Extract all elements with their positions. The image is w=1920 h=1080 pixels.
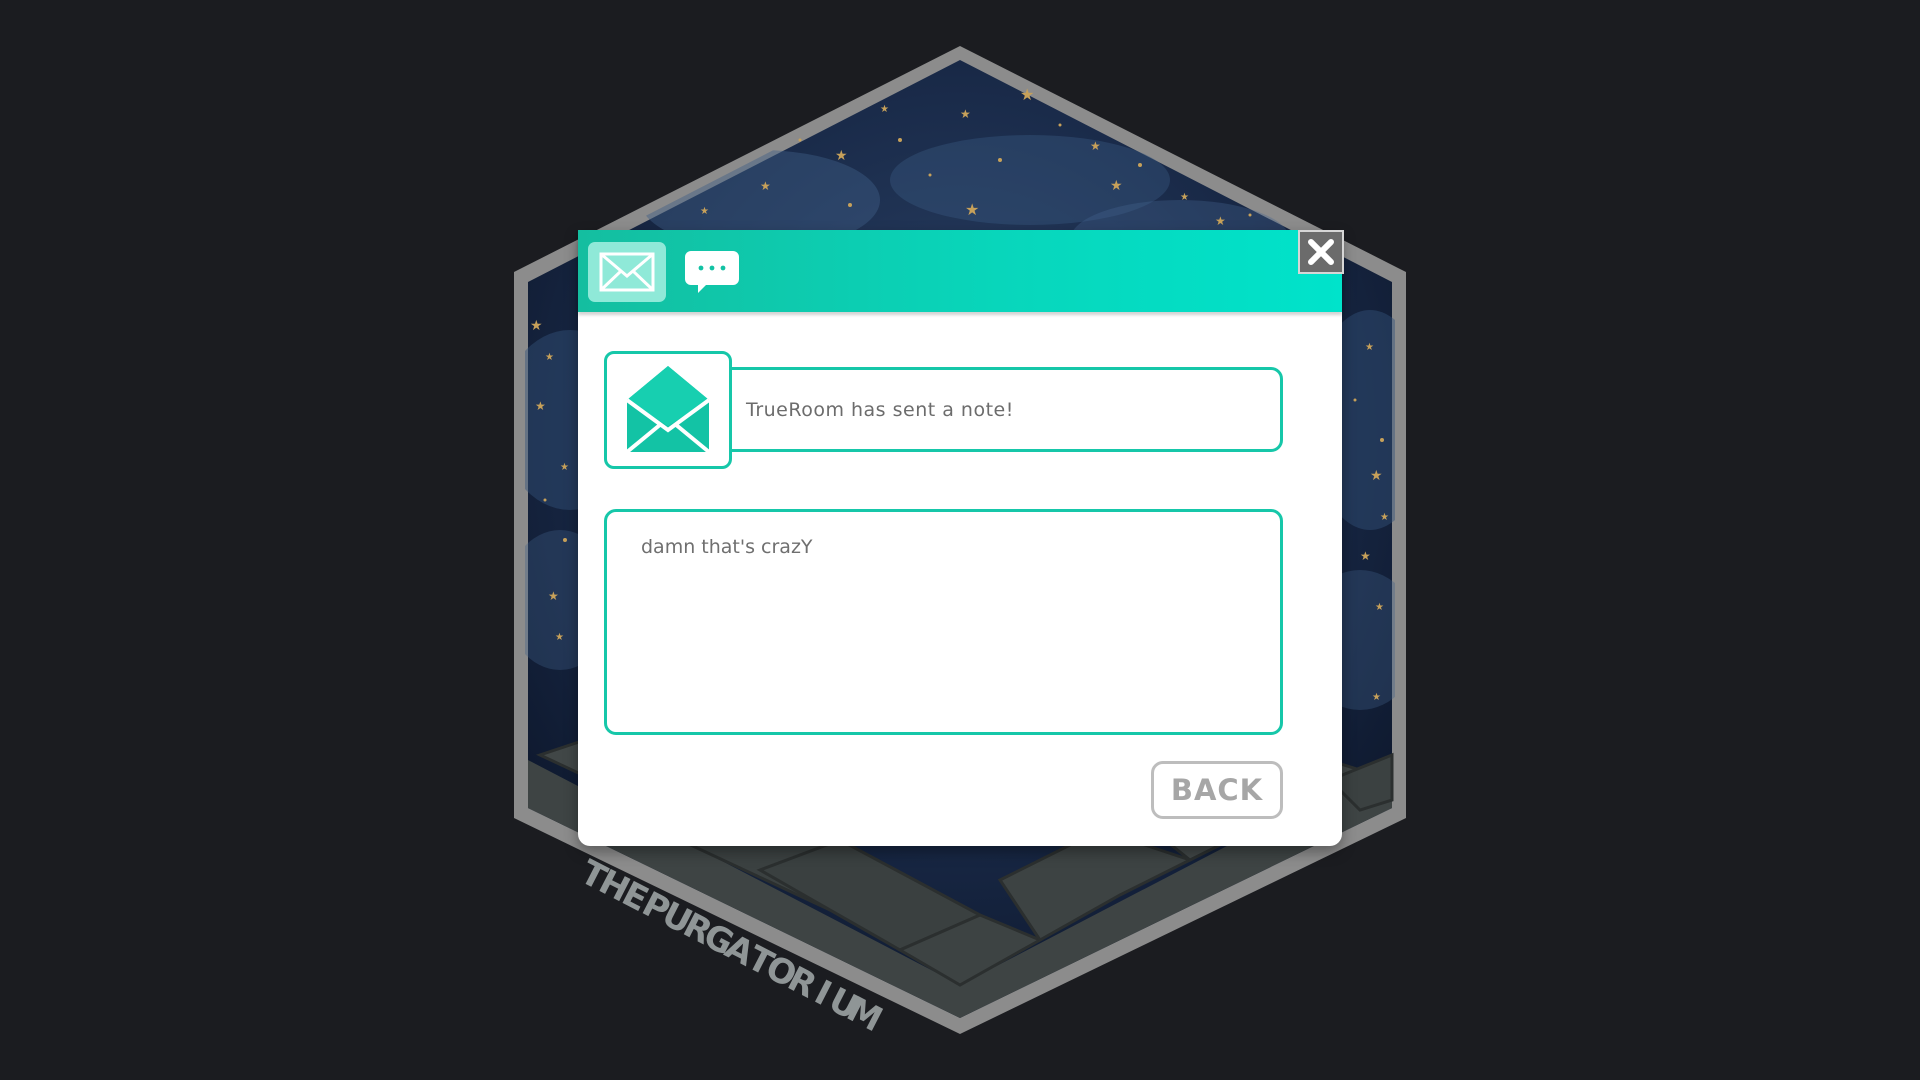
tab-mail[interactable] bbox=[588, 242, 666, 302]
svg-text:★: ★ bbox=[1180, 192, 1189, 203]
svg-text:★: ★ bbox=[760, 179, 771, 193]
close-icon bbox=[1308, 239, 1334, 265]
svg-text:★: ★ bbox=[555, 632, 564, 643]
svg-text:★: ★ bbox=[548, 589, 559, 603]
svg-text:★: ★ bbox=[700, 206, 709, 217]
sender-message: TrueRoom has sent a note! bbox=[746, 398, 1014, 421]
svg-text:★: ★ bbox=[1360, 549, 1371, 563]
close-button[interactable] bbox=[1298, 230, 1344, 274]
note-body-text: damn that's crazY bbox=[641, 536, 813, 558]
svg-text:★: ★ bbox=[1110, 178, 1123, 194]
svg-text:★: ★ bbox=[560, 462, 569, 473]
svg-text:★: ★ bbox=[1370, 468, 1383, 484]
svg-text:★: ★ bbox=[1372, 692, 1381, 703]
dialog-header bbox=[578, 230, 1342, 312]
svg-text:★: ★ bbox=[965, 200, 979, 219]
note-dialog: TrueRoom has sent a note! damn that's cr… bbox=[578, 230, 1342, 846]
note-body-box: damn that's crazY bbox=[604, 509, 1283, 735]
chat-bubble-icon bbox=[685, 251, 739, 293]
open-envelope-badge bbox=[604, 351, 732, 469]
back-button[interactable]: BACK bbox=[1151, 761, 1283, 819]
svg-text:★: ★ bbox=[960, 107, 971, 121]
svg-text:★: ★ bbox=[1375, 602, 1384, 613]
tab-chat[interactable] bbox=[682, 242, 742, 302]
svg-text:★: ★ bbox=[835, 148, 848, 164]
svg-text:★: ★ bbox=[545, 352, 554, 363]
envelope-icon bbox=[599, 252, 655, 292]
svg-text:★: ★ bbox=[535, 399, 546, 413]
svg-text:★: ★ bbox=[880, 104, 889, 115]
game-stage: ★ ★ ★ ★ ★ ★ ★ ★ ★ ★ ★ ★ ★ ★ ★ ★ ★ ★ ★ ★ … bbox=[0, 0, 1920, 1080]
svg-text:★: ★ bbox=[530, 318, 543, 334]
svg-text:★: ★ bbox=[1090, 139, 1101, 153]
svg-text:★: ★ bbox=[1380, 512, 1389, 523]
open-envelope-icon bbox=[625, 366, 711, 454]
svg-text:★: ★ bbox=[1215, 214, 1226, 228]
svg-text:★: ★ bbox=[1365, 342, 1374, 353]
